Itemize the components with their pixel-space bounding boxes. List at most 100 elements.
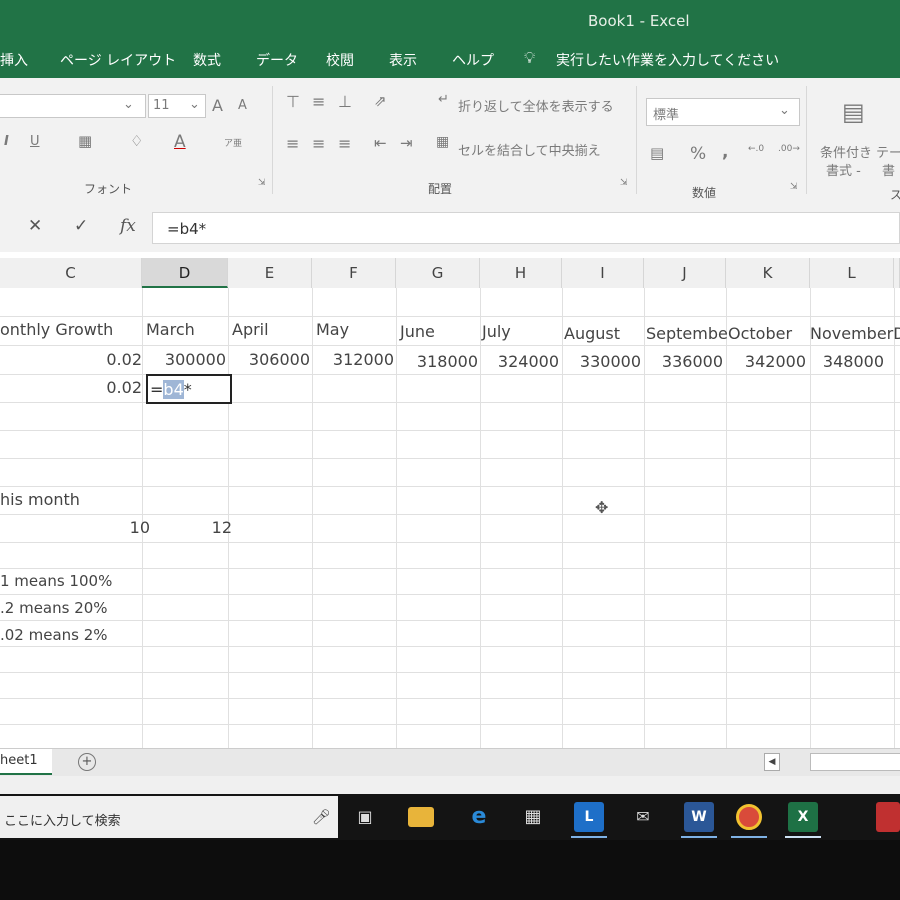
cell-g4[interactable]: 318000 bbox=[396, 352, 478, 371]
menu-page-layout[interactable]: ページ レイアウト bbox=[60, 50, 176, 70]
cell-i4[interactable]: 330000 bbox=[562, 352, 641, 371]
menu-view[interactable]: 表示 bbox=[389, 50, 417, 70]
cell-d4[interactable]: 300000 bbox=[142, 350, 226, 369]
decrease-indent-icon[interactable]: ⇤ bbox=[374, 134, 387, 152]
active-cell-d5[interactable]: =b4* bbox=[146, 374, 232, 404]
cell-l4[interactable]: 348000 bbox=[810, 352, 884, 371]
cell-k3[interactable]: October bbox=[728, 324, 792, 343]
cell-g3[interactable]: June bbox=[400, 322, 435, 341]
worksheet-grid[interactable]: C D E F G H I J K L onthly Growth March … bbox=[0, 252, 900, 748]
cell-f4[interactable]: 312000 bbox=[312, 350, 394, 369]
align-center-icon[interactable]: ≡ bbox=[312, 134, 325, 153]
cell-c10[interactable]: 10 bbox=[0, 518, 150, 537]
menu-formulas[interactable]: 数式 bbox=[193, 50, 221, 70]
column-header-j[interactable]: J bbox=[644, 258, 726, 288]
cell-d3[interactable]: March bbox=[146, 320, 195, 339]
cell-k4[interactable]: 342000 bbox=[726, 352, 806, 371]
cell-h4[interactable]: 324000 bbox=[480, 352, 559, 371]
taskbar-search-box[interactable]: ここに入力して検索 🎤︎ bbox=[0, 796, 338, 838]
insert-function-button[interactable]: fx bbox=[120, 216, 136, 236]
font-color-button[interactable]: A bbox=[174, 132, 186, 152]
align-left-icon[interactable]: ≡ bbox=[286, 134, 299, 153]
cell-c9[interactable]: his month bbox=[0, 490, 80, 509]
fill-color-icon[interactable]: ♢ bbox=[130, 132, 143, 150]
align-right-icon[interactable]: ≡ bbox=[338, 134, 351, 153]
lync-icon[interactable]: L bbox=[574, 802, 604, 832]
sheet-tab[interactable]: heet1 bbox=[0, 749, 52, 775]
column-header-d[interactable]: D bbox=[142, 258, 228, 288]
increase-indent-icon[interactable]: ⇥ bbox=[400, 134, 413, 152]
column-header-f[interactable]: F bbox=[312, 258, 396, 288]
column-header-m[interactable] bbox=[894, 258, 900, 288]
increase-decimal-icon[interactable]: ←.0 bbox=[748, 144, 764, 154]
column-header-c[interactable]: C bbox=[0, 258, 142, 288]
horizontal-scrollbar[interactable] bbox=[810, 753, 900, 771]
column-header-h[interactable]: H bbox=[480, 258, 562, 288]
enter-button[interactable]: ✓ bbox=[74, 216, 88, 236]
cancel-button[interactable]: ✕ bbox=[28, 216, 42, 236]
cell-c3[interactable]: onthly Growth bbox=[0, 320, 113, 339]
font-size-select[interactable]: 11 ⌄ bbox=[148, 94, 206, 118]
cell-e4[interactable]: 306000 bbox=[228, 350, 310, 369]
conditional-format-button[interactable]: 条件付き bbox=[820, 142, 872, 161]
italic-button[interactable]: I bbox=[4, 134, 9, 149]
merge-center-button[interactable]: セルを結合して中央揃え bbox=[458, 140, 601, 159]
formula-input[interactable]: =b4* bbox=[152, 212, 900, 244]
cell-j3[interactable]: Septembe bbox=[646, 324, 728, 343]
tell-me-box[interactable]: 実行したい作業を入力してください bbox=[556, 50, 779, 70]
mail-icon[interactable]: ✉ bbox=[628, 802, 658, 832]
edge-icon[interactable]: e bbox=[464, 802, 494, 832]
menu-help[interactable]: ヘルプ bbox=[452, 50, 494, 70]
cell-c5[interactable]: 0.02 bbox=[0, 378, 142, 397]
menu-data[interactable]: データ bbox=[256, 50, 298, 70]
menu-insert[interactable]: 挿入 bbox=[0, 50, 28, 70]
decrease-decimal-icon[interactable]: .00→ bbox=[778, 144, 800, 154]
align-bottom-icon[interactable]: ⊥ bbox=[338, 92, 352, 111]
table-format-button[interactable]: テー bbox=[876, 142, 900, 161]
align-middle-icon[interactable]: ≡ bbox=[312, 92, 325, 111]
cell-j4[interactable]: 336000 bbox=[644, 352, 723, 371]
comma-button[interactable]: , bbox=[722, 142, 728, 162]
cell-d10[interactable]: 12 bbox=[150, 518, 232, 537]
column-header-k[interactable]: K bbox=[726, 258, 810, 288]
align-top-icon[interactable]: ⊤ bbox=[286, 92, 300, 111]
cell-i3[interactable]: August bbox=[564, 324, 620, 343]
cell-c12[interactable]: 1 means 100% bbox=[0, 572, 112, 590]
currency-icon[interactable]: ▤ bbox=[650, 144, 664, 162]
percent-button[interactable]: % bbox=[690, 144, 706, 164]
grow-font-button[interactable]: A bbox=[212, 96, 223, 115]
file-explorer-icon[interactable] bbox=[408, 807, 434, 827]
column-header-l[interactable]: L bbox=[810, 258, 894, 288]
number-format-select[interactable]: 標準 ⌄ bbox=[646, 98, 800, 126]
phonetic-button[interactable]: ア亜 bbox=[224, 136, 242, 149]
store-icon[interactable]: ▦ bbox=[518, 802, 548, 832]
cell-c14[interactable]: .02 means 2% bbox=[0, 626, 108, 644]
dialog-launcher-icon[interactable]: ⇲ bbox=[620, 178, 628, 188]
border-icon[interactable]: ▦ bbox=[78, 132, 92, 150]
tray-icon[interactable] bbox=[876, 802, 900, 832]
word-icon[interactable]: W bbox=[684, 802, 714, 832]
menu-review[interactable]: 校閲 bbox=[326, 50, 354, 70]
cell-h3[interactable]: July bbox=[482, 322, 511, 341]
microphone-icon[interactable]: 🎤︎ bbox=[312, 808, 331, 826]
add-sheet-button[interactable]: + bbox=[78, 753, 96, 771]
dialog-launcher-icon[interactable]: ⇲ bbox=[258, 178, 266, 188]
task-view-icon[interactable]: ▣ bbox=[350, 802, 380, 832]
column-header-g[interactable]: G bbox=[396, 258, 480, 288]
wrap-text-button[interactable]: 折り返して全体を表示する bbox=[458, 96, 614, 115]
shrink-font-button[interactable]: A bbox=[238, 98, 247, 113]
chrome-icon[interactable] bbox=[736, 804, 762, 830]
dialog-launcher-icon[interactable]: ⇲ bbox=[790, 182, 798, 192]
column-header-i[interactable]: I bbox=[562, 258, 644, 288]
cell-e3[interactable]: April bbox=[232, 320, 269, 339]
excel-icon[interactable]: X bbox=[788, 802, 818, 832]
underline-button[interactable]: U bbox=[30, 134, 40, 149]
font-name-select[interactable]: ⌄ bbox=[0, 94, 146, 118]
column-header-e[interactable]: E bbox=[228, 258, 312, 288]
scroll-left-icon[interactable]: ◀ bbox=[764, 753, 780, 771]
cell-l3[interactable]: NovemberD bbox=[810, 324, 900, 343]
cell-f3[interactable]: May bbox=[316, 320, 349, 339]
orientation-icon[interactable]: ⇗ bbox=[374, 92, 387, 110]
cell-c13[interactable]: .2 means 20% bbox=[0, 599, 108, 617]
cell-c4[interactable]: 0.02 bbox=[0, 350, 142, 369]
